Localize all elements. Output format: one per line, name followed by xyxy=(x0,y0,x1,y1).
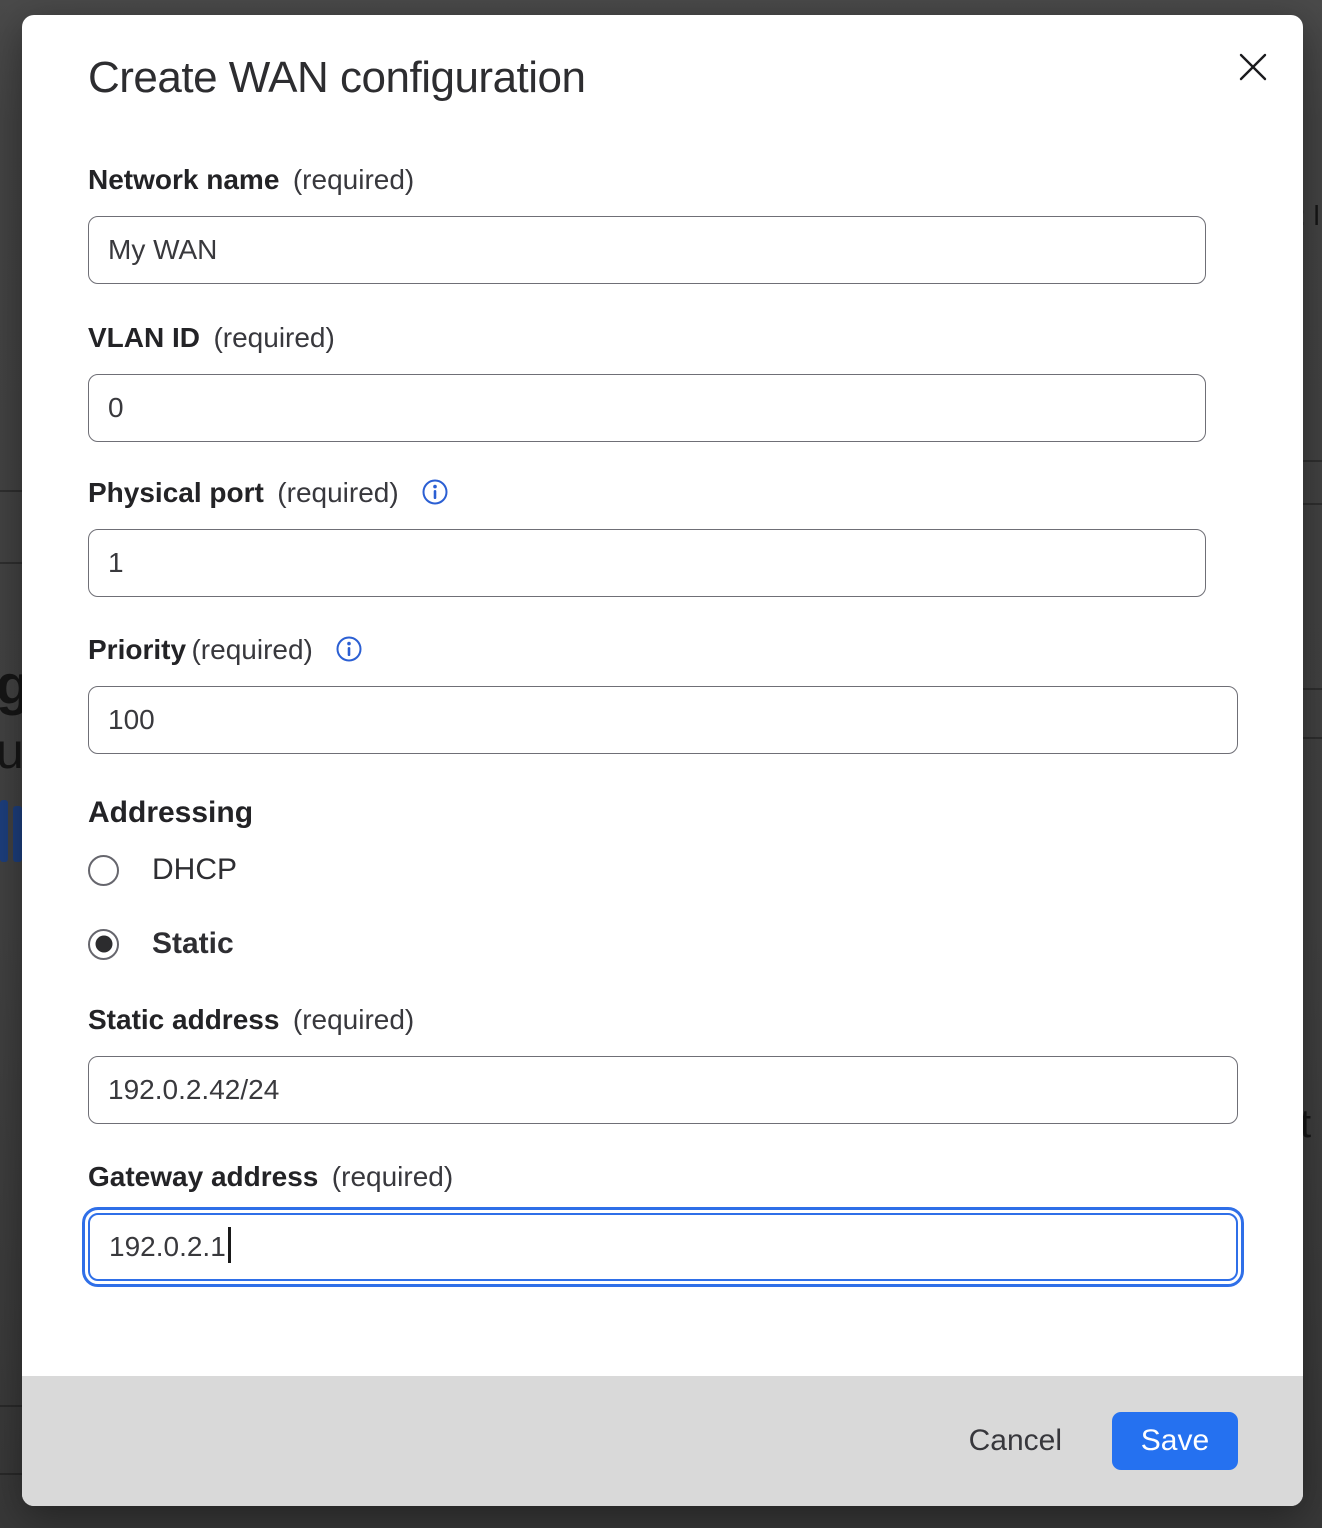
background-table-line xyxy=(0,1473,22,1475)
cancel-button[interactable]: Cancel xyxy=(965,1416,1066,1466)
save-button[interactable]: Save xyxy=(1112,1412,1238,1470)
network-name-input[interactable] xyxy=(88,216,1206,284)
background-table-line xyxy=(1303,503,1322,505)
gateway-address-input[interactable]: 192.0.2.1 xyxy=(88,1213,1238,1281)
required-hint: (required) xyxy=(293,164,414,195)
required-hint: (required) xyxy=(332,1161,453,1192)
addressing-heading: Addressing xyxy=(88,796,253,830)
close-icon[interactable] xyxy=(1235,49,1271,85)
text-cursor xyxy=(228,1227,231,1263)
vlan-id-field-group: VLAN ID (required) xyxy=(88,320,1206,442)
vlan-id-input[interactable] xyxy=(88,374,1206,442)
static-address-field-group: Static address (required) xyxy=(88,1002,1238,1124)
required-hint: (required) xyxy=(277,477,398,508)
background-table-line xyxy=(0,490,22,492)
physical-port-label: Physical port xyxy=(88,477,264,508)
physical-port-input[interactable] xyxy=(88,529,1206,597)
physical-port-field-group: Physical port (required) xyxy=(88,475,1206,597)
vlan-id-label: VLAN ID xyxy=(88,322,200,353)
network-name-label: Network name xyxy=(88,164,279,195)
background-text-fragment: u xyxy=(0,722,24,780)
gateway-address-label: Gateway address xyxy=(88,1161,318,1192)
background-table-line xyxy=(1303,688,1322,690)
static-address-input[interactable] xyxy=(88,1056,1238,1124)
priority-field-group: Priority (required) xyxy=(88,632,1238,754)
dhcp-radio-label: DHCP xyxy=(152,853,237,887)
background-button-fragment xyxy=(0,800,8,862)
required-hint: (required) xyxy=(213,322,334,353)
priority-input[interactable] xyxy=(88,686,1238,754)
static-address-label: Static address xyxy=(88,1004,279,1035)
background-table-line xyxy=(0,1405,22,1407)
addressing-option-dhcp[interactable]: DHCP xyxy=(88,853,237,887)
background-table-line xyxy=(1303,460,1322,462)
gateway-address-value: 192.0.2.1 xyxy=(109,1231,226,1262)
dialog-footer: Cancel Save xyxy=(22,1376,1303,1506)
priority-label: Priority xyxy=(88,634,186,665)
network-name-field-group: Network name (required) xyxy=(88,162,1206,284)
background-table-line xyxy=(1303,737,1322,739)
required-hint: (required) xyxy=(293,1004,414,1035)
gateway-address-field-group: Gateway address (required) 192.0.2.1 xyxy=(88,1159,1238,1281)
dialog-title: Create WAN configuration xyxy=(88,53,585,103)
required-hint: (required) xyxy=(191,634,312,665)
background-table-line xyxy=(0,562,22,564)
radio-selected-icon[interactable] xyxy=(88,929,119,960)
info-icon[interactable] xyxy=(335,635,363,663)
static-radio-label: Static xyxy=(152,927,234,961)
create-wan-dialog: Create WAN configuration Network name (r… xyxy=(22,15,1303,1506)
addressing-option-static[interactable]: Static xyxy=(88,927,234,961)
radio-unselected-icon[interactable] xyxy=(88,855,119,886)
background-button-fragment xyxy=(13,806,22,862)
info-icon[interactable] xyxy=(421,478,449,506)
